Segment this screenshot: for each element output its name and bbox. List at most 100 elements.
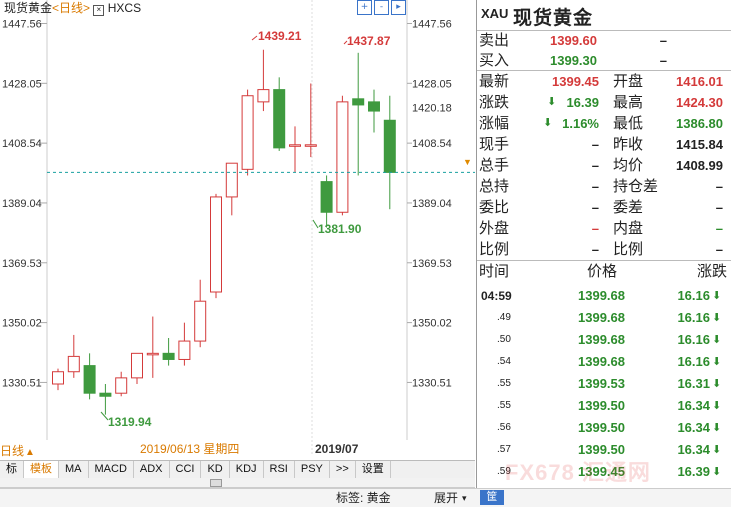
expand-button[interactable]: 展开: [434, 490, 458, 506]
tick-price: 1399.68: [578, 288, 625, 303]
candle: [115, 371, 128, 397]
quote-row-current_vol: 现手 – 昨收 1415.84: [477, 134, 731, 155]
indicator-tab[interactable]: 标: [0, 461, 24, 478]
y-tick-right: 1447.56: [412, 18, 452, 30]
candle: [67, 334, 80, 378]
commit_ratio-label: 委比: [479, 199, 510, 216]
tick-time: .54: [497, 356, 511, 367]
change-value: 16.39: [566, 95, 599, 110]
indicator-tab[interactable]: MA: [59, 461, 89, 478]
hold_diff-label: 持仓差: [613, 178, 659, 195]
tick-price: 1399.68: [578, 310, 625, 325]
indicator-tab[interactable]: KDJ: [230, 461, 264, 478]
scroll-thumb[interactable]: [210, 479, 222, 487]
indicator-tab[interactable]: 设置: [356, 461, 391, 478]
tick-row: .55 1399.50 16.34 ⬇: [477, 395, 731, 417]
tick-header-change: 涨跌: [697, 263, 728, 280]
indicator-tab[interactable]: 模板: [24, 461, 59, 478]
compare-checkbox-icon[interactable]: ×: [93, 5, 105, 16]
candle-body: [131, 352, 143, 379]
candle-body: [320, 181, 333, 213]
tick-change: 16.16: [677, 310, 710, 325]
play-icon[interactable]: ▸: [391, 0, 406, 15]
tick-header: 时间 价格 涨跌: [477, 261, 731, 282]
chart-scrollbar[interactable]: [0, 478, 475, 488]
down-arrow-icon: ⬇: [712, 444, 722, 456]
indicator-tab[interactable]: KD: [201, 461, 230, 478]
total_vol-label: 总手: [479, 157, 510, 174]
period-label[interactable]: 日线: [0, 444, 24, 458]
indicator-tab[interactable]: CCI: [170, 461, 202, 478]
candle: [257, 49, 270, 112]
y-tick-left: 1447.56: [2, 18, 42, 30]
indicator-tab[interactable]: ADX: [134, 461, 170, 478]
candle-body: [225, 162, 238, 198]
price-marker-icon: ▼: [463, 157, 472, 167]
quote-row-total_vol: 总手 – 均价 1408.99: [477, 155, 731, 176]
annotation-low2: 1319.94: [108, 415, 152, 429]
tick-time: .55: [497, 378, 511, 389]
indicator-tab[interactable]: >>: [330, 461, 356, 478]
quote-row-change_pct: 涨幅 ⬇ 1.16% 最低 1386.80: [477, 113, 731, 134]
avg-label: 均价: [613, 157, 644, 174]
tick-time: .56: [497, 422, 511, 433]
buy-label: 买入: [479, 52, 510, 69]
y-tick-right: 1350.02: [412, 318, 452, 330]
indicator-tab[interactable]: RSI: [264, 461, 295, 478]
status-bar: 标签: 黄金 展开 ▾ 筐: [0, 488, 731, 507]
candle: [131, 352, 143, 384]
tag-label: 标签: 黄金: [336, 491, 391, 505]
y-tick-right: 1428.05: [412, 78, 452, 90]
tick-row: 04:59 1399.68 16.16 ⬇: [477, 285, 731, 307]
indicator-tab[interactable]: MACD: [89, 461, 134, 478]
change-label: 涨跌: [479, 94, 510, 111]
tick-time: .55: [497, 400, 511, 411]
annotation-high2: 1437.87: [347, 34, 391, 48]
quote-row-latest: 最新 1399.45 开盘 1416.01: [477, 71, 731, 92]
tick-time: .49: [497, 312, 511, 323]
down-arrow-icon: ⬇: [712, 422, 722, 434]
y-tick-left: 1330.51: [2, 377, 42, 389]
indicator-tab[interactable]: PSY: [295, 461, 330, 478]
expand-chevron-icon[interactable]: ▾: [462, 490, 467, 506]
candlestick-chart[interactable]: 1447.56 1428.05 1408.54 1389.04 1369.53 1350.…: [0, 0, 475, 460]
y-tick-left: 1408.54: [2, 138, 42, 150]
down-arrow-icon: ⬇: [712, 290, 722, 302]
month-label: 2019/07: [315, 442, 359, 456]
down-arrow-icon: ⬇: [712, 334, 722, 346]
period-arrow-icon[interactable]: ▲: [25, 447, 35, 458]
candle: [320, 175, 333, 228]
chart-title-period[interactable]: <日线>: [52, 1, 90, 15]
ratio2-value: –: [715, 242, 723, 257]
tick-row: .50 1399.68 16.16 ⬇: [477, 329, 731, 351]
down-arrow-icon: ⬇: [712, 356, 722, 368]
current_vol-label: 现手: [479, 136, 510, 153]
buy-row: 买入 1399.30 –: [477, 50, 731, 71]
tick-price: 1399.68: [578, 354, 625, 369]
tick-header-time: 时间: [479, 263, 510, 280]
prev_close-value: 1415.84: [676, 137, 723, 152]
zoom-out-icon[interactable]: -: [374, 0, 389, 15]
down-arrow-icon: ⬇: [712, 466, 722, 478]
zoom-in-icon[interactable]: +: [357, 0, 372, 15]
chart-title-code: HXCS: [107, 1, 142, 15]
chart-controls: + - ▸: [357, 0, 406, 15]
quote-row-outer: 外盘 – 内盘 –: [477, 218, 731, 239]
commit_ratio-value: –: [591, 200, 599, 215]
blue-button[interactable]: 筐: [480, 490, 504, 505]
y-tick-right: 1408.54: [412, 138, 452, 150]
inner-label: 内盘: [613, 220, 644, 237]
commit_diff-label: 委差: [613, 199, 644, 216]
candle-body: [99, 392, 112, 397]
candle: [52, 368, 64, 391]
candle: [336, 95, 349, 216]
chart-canvas[interactable]: 1447.56 1428.05 1408.54 1389.04 1369.53 1350.…: [0, 0, 475, 460]
y-tick-left: 1428.05: [2, 78, 42, 90]
total_hold-label: 总持: [479, 178, 510, 195]
quote-row-change: 涨跌 ⬇ 16.39 最高 1424.30: [477, 92, 731, 113]
annotation-low2-pointer: [100, 411, 109, 421]
down-arrow-icon: ⬇: [712, 378, 722, 390]
y-tick-right: 1389.04: [412, 198, 452, 210]
tick-change: 16.34: [677, 442, 710, 457]
candle-body: [162, 352, 175, 360]
